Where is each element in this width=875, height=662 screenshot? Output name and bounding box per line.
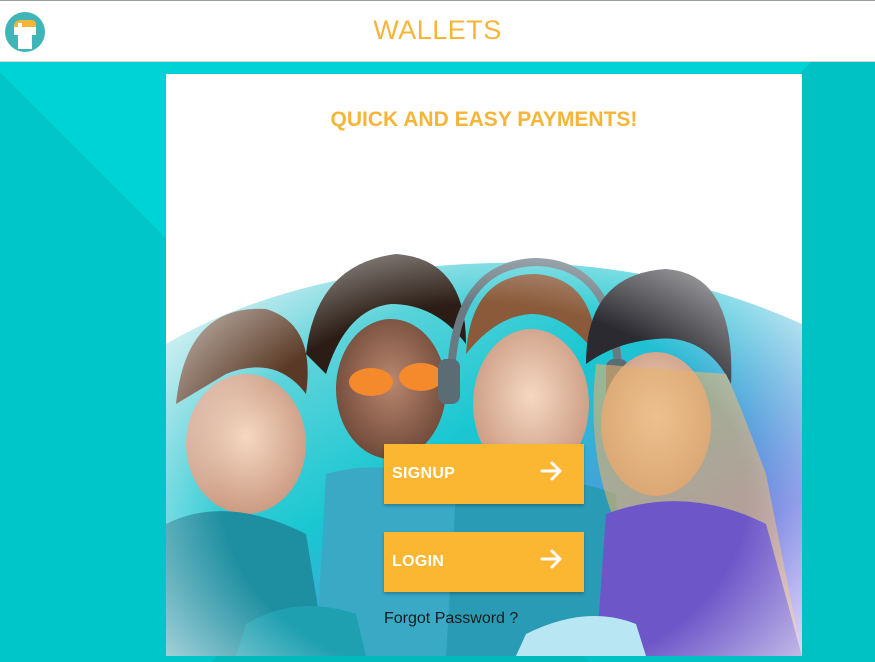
app-header: WALLETS (0, 0, 875, 62)
arrow-right-icon (540, 461, 562, 481)
welcome-card: QUICK AND EASY PAYMENTS! SIGNUP LOGIN Fo… (166, 74, 802, 656)
tagline: QUICK AND EASY PAYMENTS! (330, 108, 638, 131)
signup-button[interactable]: SIGNUP (384, 444, 584, 504)
forgot-password-link[interactable]: Forgot Password ? (384, 610, 518, 628)
signup-label: SIGNUP (392, 465, 456, 482)
app-title: WALLETS (373, 15, 502, 45)
login-label: LOGIN (392, 553, 445, 570)
arrow-right-icon (540, 549, 562, 569)
login-button[interactable]: LOGIN (384, 532, 584, 592)
